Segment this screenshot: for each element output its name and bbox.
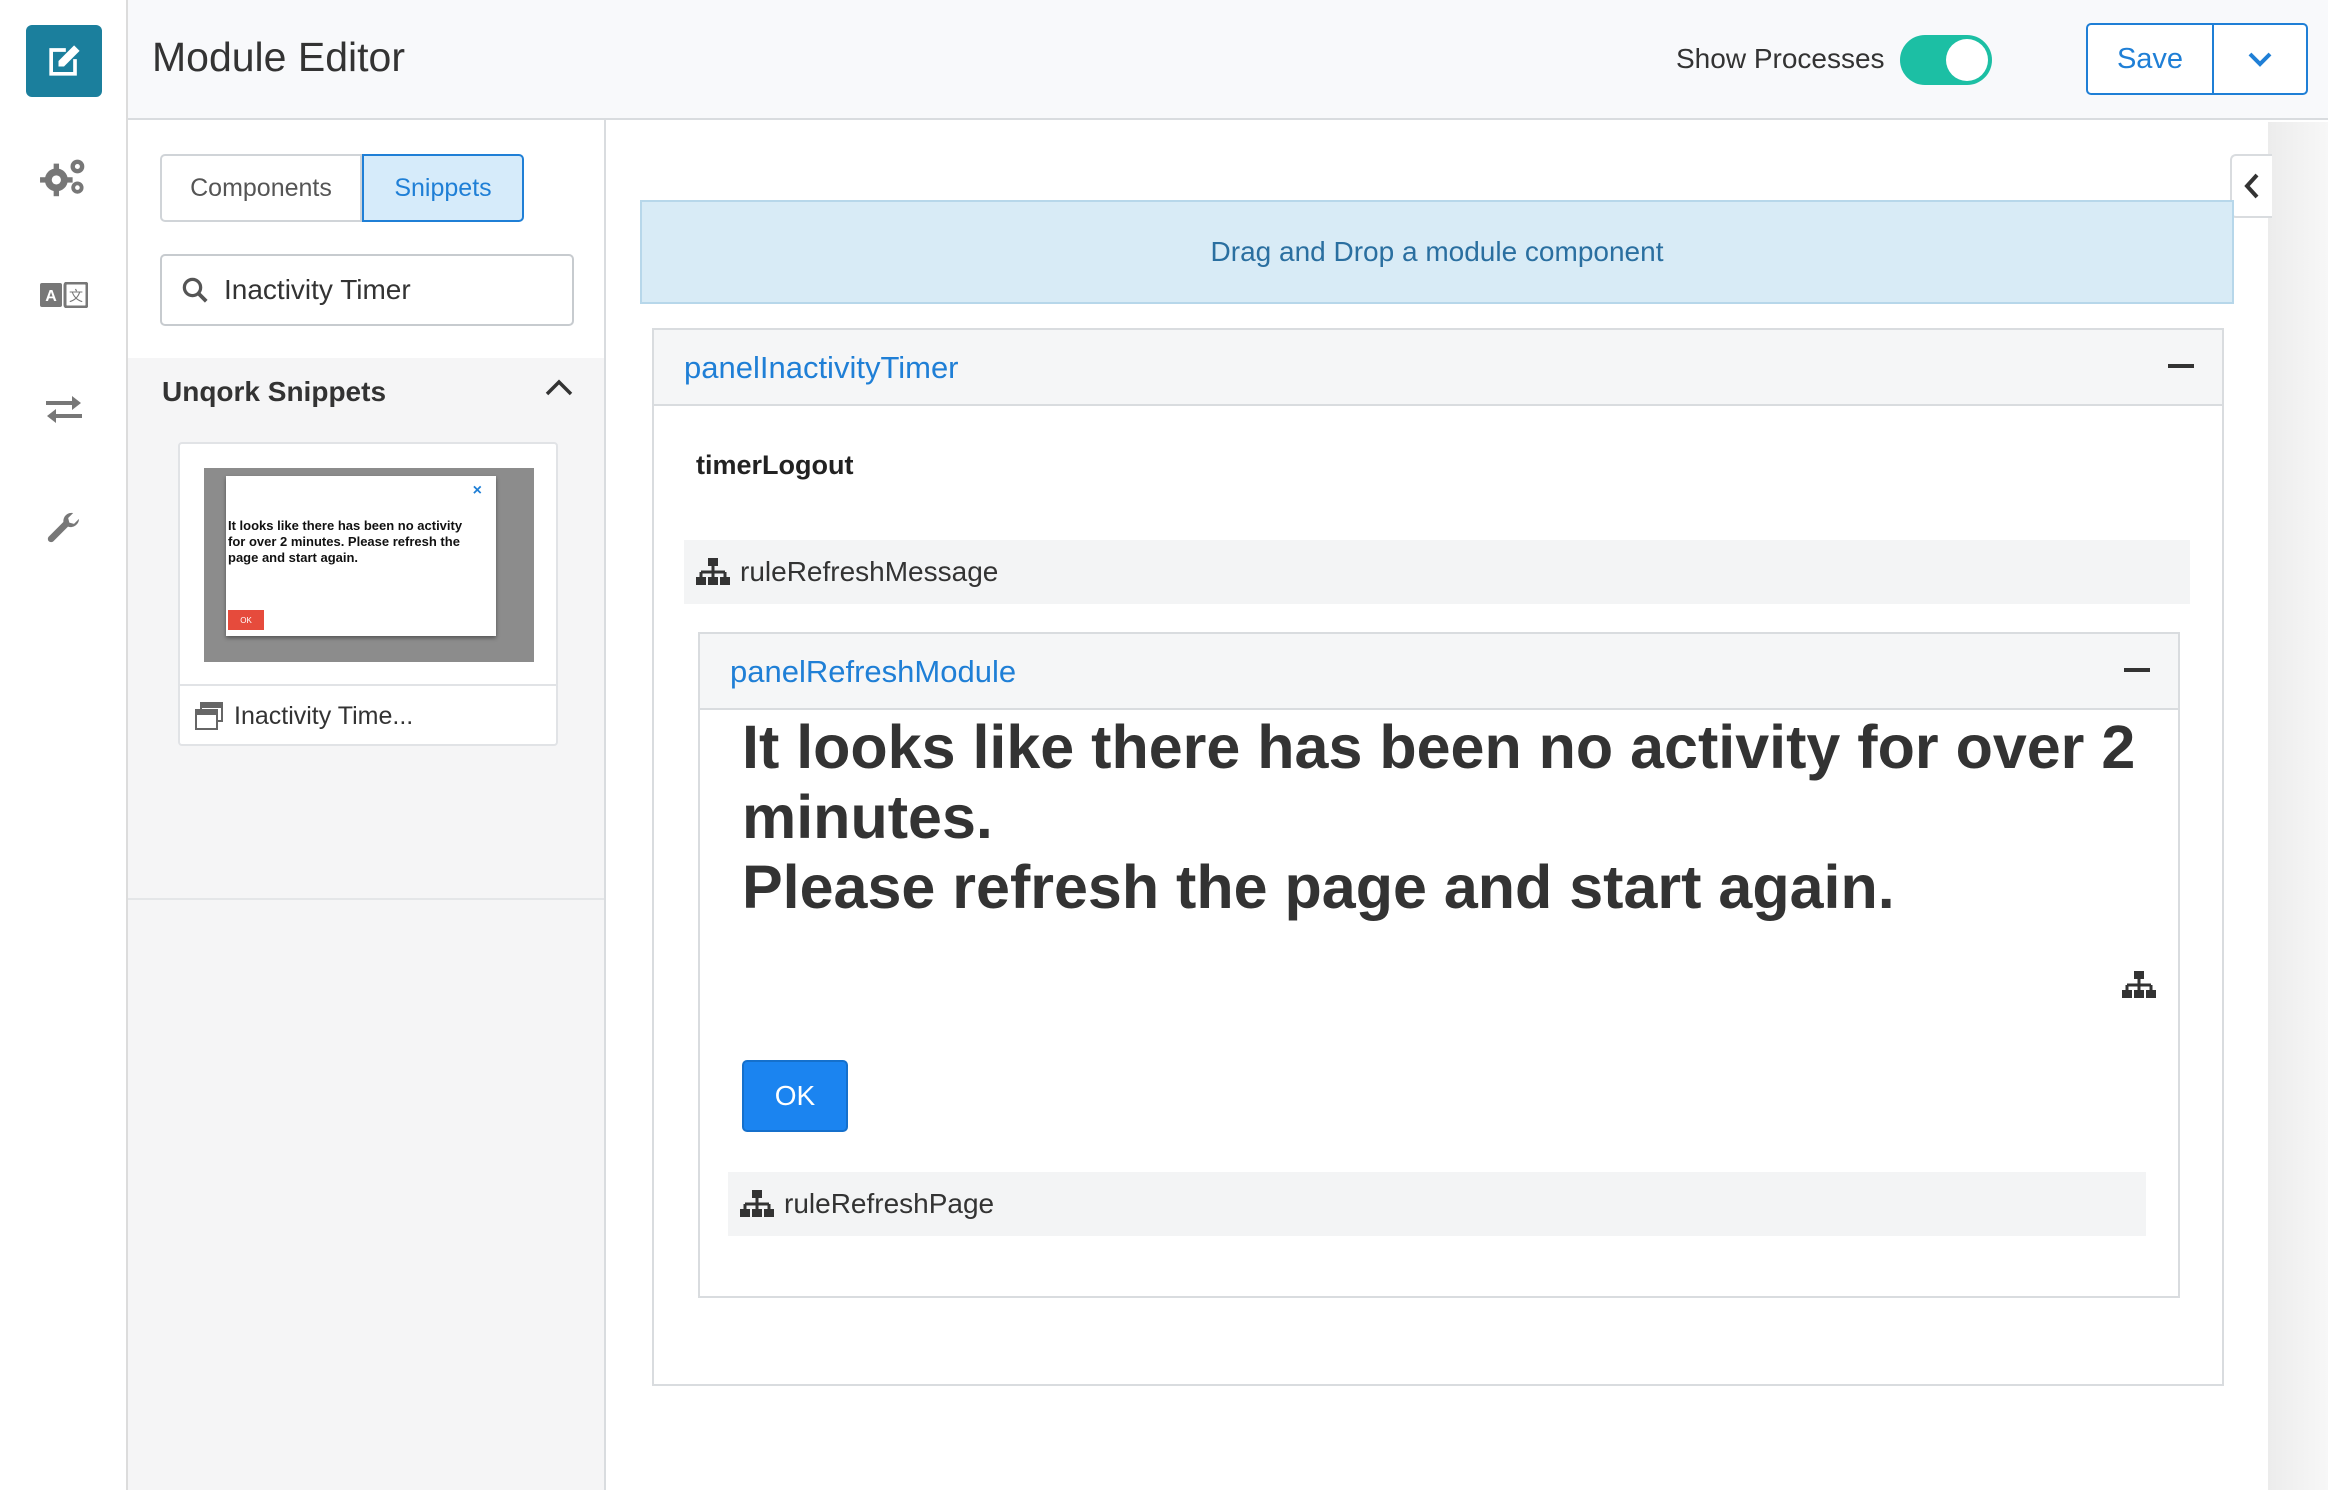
panel-header: panelRefreshModule xyxy=(700,634,2178,710)
show-processes-toggle[interactable] xyxy=(1900,35,1992,85)
snippet-thumbnail: × It looks like there has been no activi… xyxy=(204,468,534,662)
panel-title[interactable]: panelInactivityTimer xyxy=(684,350,959,386)
search-input[interactable] xyxy=(224,274,554,306)
search-box xyxy=(160,254,574,326)
left-rail: A 文 xyxy=(0,0,128,1490)
rule-label: ruleRefreshPage xyxy=(784,1188,995,1219)
thumbnail-text: It looks like there has been no activity… xyxy=(228,518,463,565)
tab-components[interactable]: Components xyxy=(160,154,362,222)
ok-button[interactable]: OK xyxy=(742,1060,848,1132)
section-title: Unqork Snippets xyxy=(162,376,387,407)
snippet-card-footer: Inactivity Time... xyxy=(180,684,556,746)
chevron-left-icon xyxy=(2244,173,2259,199)
drop-zone[interactable]: Drag and Drop a module component xyxy=(640,200,2234,304)
sidebar: Components Snippets Unqork Snippets × It… xyxy=(128,120,606,1490)
show-processes-label: Show Processes xyxy=(1676,43,1885,74)
org-chart-icon xyxy=(740,1189,774,1219)
sidebar-top: Components Snippets xyxy=(128,120,604,358)
snippet-card[interactable]: × It looks like there has been no activi… xyxy=(178,442,558,746)
chevron-up-icon[interactable] xyxy=(544,376,574,405)
gears-icon[interactable] xyxy=(0,150,128,206)
minimize-icon[interactable] xyxy=(2168,364,2194,368)
timer-component[interactable]: timerLogout xyxy=(696,450,853,481)
rule-row[interactable]: ruleRefreshPage xyxy=(728,1172,2146,1236)
edit-icon[interactable] xyxy=(26,25,102,97)
top-bar: Module Editor Show Processes Save xyxy=(128,0,2328,120)
tab-snippets[interactable]: Snippets xyxy=(362,154,524,222)
message-line-1: It looks like there has been no activity… xyxy=(742,713,2136,851)
canvas-right-edge xyxy=(2268,122,2328,1490)
toggle-knob xyxy=(1946,39,1988,81)
save-button[interactable]: Save xyxy=(2088,25,2214,93)
panel-inactivity-timer[interactable]: panelInactivityTimer timerLogout ruleRef… xyxy=(652,328,2224,1386)
translate-icon[interactable]: A 文 xyxy=(0,270,128,320)
save-button-group: Save xyxy=(2086,23,2308,95)
transfer-arrows-icon[interactable] xyxy=(0,384,128,434)
wrench-icon[interactable] xyxy=(0,500,128,556)
org-chart-icon[interactable] xyxy=(2122,970,2156,1000)
svg-text:A: A xyxy=(45,288,57,305)
panel-refresh-module[interactable]: panelRefreshModule It looks like there h… xyxy=(698,632,2180,1298)
chevron-down-icon xyxy=(2248,52,2272,67)
search-icon xyxy=(180,275,210,305)
panel-header: panelInactivityTimer xyxy=(654,330,2222,406)
rule-label: ruleRefreshMessage xyxy=(740,556,999,587)
panel-title[interactable]: panelRefreshModule xyxy=(730,654,1016,690)
collapse-panel-button[interactable] xyxy=(2230,154,2272,218)
snippet-card-label: Inactivity Time... xyxy=(234,701,414,730)
svg-text:文: 文 xyxy=(69,289,83,305)
page-title: Module Editor xyxy=(152,34,405,80)
message-line-2: Please refresh the page and start again. xyxy=(742,853,1895,921)
window-icon xyxy=(194,701,224,731)
thumbnail-modal: × It looks like there has been no activi… xyxy=(226,476,496,636)
save-dropdown-button[interactable] xyxy=(2214,25,2306,93)
thumbnail-close-icon: × xyxy=(472,482,482,499)
message-text[interactable]: It looks like there has been no activity… xyxy=(742,712,2142,922)
rule-row[interactable]: ruleRefreshMessage xyxy=(684,540,2190,604)
org-chart-icon xyxy=(696,557,730,587)
thumbnail-ok: OK xyxy=(228,610,264,630)
minimize-icon[interactable] xyxy=(2124,668,2150,672)
